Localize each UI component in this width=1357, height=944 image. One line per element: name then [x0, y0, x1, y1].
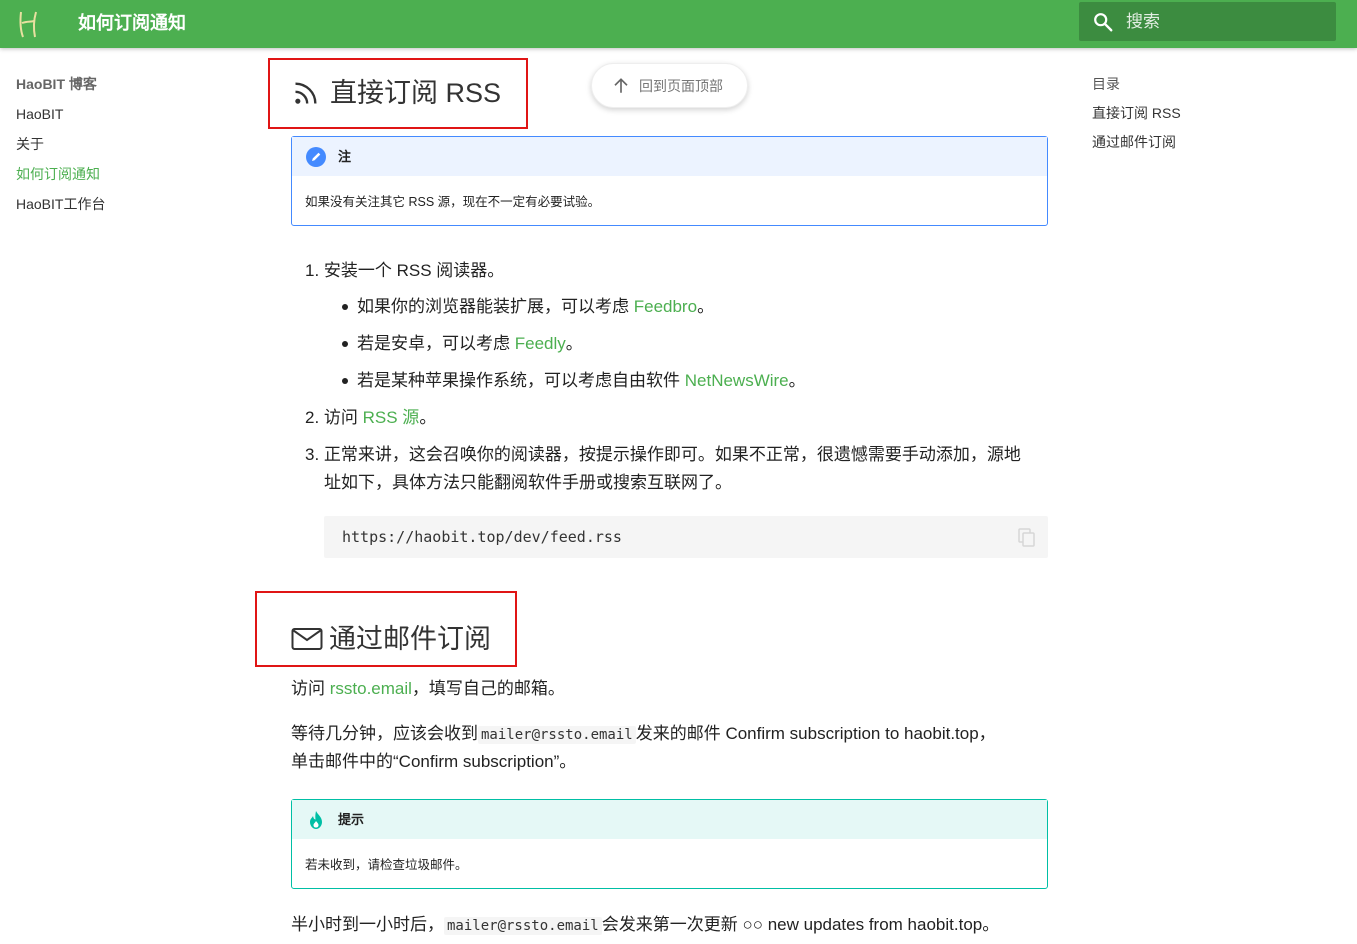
- bullet-suffix: 。: [788, 371, 806, 390]
- netnewswire-link[interactable]: NetNewsWire: [685, 371, 789, 390]
- bullet-dot: [342, 304, 348, 310]
- para-text-2: 发来的邮件 Confirm subscription to haobit.top…: [635, 724, 996, 743]
- search-box[interactable]: 搜索: [1079, 2, 1336, 41]
- paragraph-confirm-line-2: 单击邮件中的“Confirm subscription”。: [291, 752, 577, 771]
- step-1: 1. 安装一个 RSS 阅读器。: [305, 261, 505, 280]
- step-2-text: 2. 访问: [305, 408, 363, 427]
- feedly-link[interactable]: Feedly: [515, 334, 566, 353]
- tip-admonition: 提示 若未收到，请检查垃圾邮件。: [291, 799, 1048, 889]
- toc-title: 目录: [1092, 76, 1120, 92]
- step-2-suffix: 。: [419, 408, 437, 427]
- note-admonition: 注 如果没有关注其它 RSS 源，现在不一定有必要试验。: [291, 136, 1048, 226]
- feedbro-link[interactable]: Feedbro: [634, 297, 697, 316]
- para-text: 等待几分钟，应该会收到: [291, 724, 478, 743]
- para-suffix: ，填写自己的邮箱。: [411, 679, 565, 698]
- top-header: 如何订阅通知 搜索: [0, 0, 1357, 48]
- nav-item-workbench[interactable]: HaoBIT工作台: [16, 193, 216, 215]
- bullet-text: 若是安卓，可以考虑: [357, 334, 515, 353]
- heading-email-text: 通过邮件订阅: [329, 624, 491, 654]
- heading-email: 通过邮件订阅: [291, 622, 511, 656]
- flame-icon: [310, 811, 322, 829]
- bullet-text: 若是某种苹果操作系统，可以考虑自由软件: [357, 371, 685, 390]
- copy-icon[interactable]: [1018, 528, 1036, 548]
- primary-nav: HaoBIT 博客 HaoBIT 关于 如何订阅通知 HaoBIT工作台: [16, 73, 216, 223]
- bullet-dot: [342, 378, 348, 384]
- step-3-line-2: 址如下，具体方法只能翻阅软件手册或搜索互联网了。: [324, 473, 732, 492]
- site-logo-icon[interactable]: [16, 9, 42, 39]
- nav-item-about[interactable]: 关于: [16, 133, 216, 155]
- tip-text: 若未收到，请检查垃圾邮件。: [305, 858, 468, 872]
- heading-rss: 直接订阅 RSS: [292, 76, 512, 110]
- header-title: 如何订阅通知: [78, 13, 186, 33]
- bullet-suffix: 。: [565, 334, 583, 353]
- para-text: 访问: [291, 679, 330, 698]
- rss-icon: [295, 82, 317, 104]
- mail-icon: [291, 628, 323, 650]
- para-text-2: 会发来第一次更新 ○○ new updates from haobit.top。: [601, 915, 1000, 934]
- note-header: 注: [292, 137, 1047, 176]
- note-text: 如果没有关注其它 RSS 源，现在不一定有必要试验。: [305, 195, 601, 209]
- step-2: 2. 访问 RSS 源。: [305, 404, 436, 432]
- nav-site-title[interactable]: HaoBIT 博客: [16, 73, 216, 95]
- bullet-suffix: 。: [697, 297, 715, 316]
- list-item: 如果你的浏览器能装扩展，可以考虑 Feedbro。: [357, 293, 714, 321]
- arrow-up-icon: [614, 78, 628, 93]
- list-item: 若是安卓，可以考虑 Feedly。: [357, 330, 583, 358]
- toc-item-rss[interactable]: 直接订阅 RSS: [1092, 102, 1332, 124]
- rssto-email-link[interactable]: rssto.email: [330, 679, 412, 698]
- back-to-top-button[interactable]: 回到页面顶部: [591, 63, 748, 108]
- table-of-contents: 目录 直接订阅 RSS 通过邮件订阅: [1092, 73, 1332, 160]
- list-item: 若是某种苹果操作系统，可以考虑自由软件 NetNewsWire。: [357, 367, 806, 395]
- paragraph-first-update: 半小时到一小时后， mailer@rssto.email 会发来第一次更新 ○○ n…: [291, 911, 999, 940]
- feed-url-codeblock[interactable]: https://haobit.top/dev/feed.rss: [324, 516, 1048, 558]
- toc-item-email[interactable]: 通过邮件订阅: [1092, 131, 1332, 153]
- paragraph-confirm-line-1: 等待几分钟，应该会收到 mailer@rssto.email 发来的邮件 Confi…: [291, 720, 996, 749]
- nav-item-haobit[interactable]: HaoBIT: [16, 103, 216, 125]
- paragraph-visit-rssto: 访问 rssto.email，填写自己的邮箱。: [291, 675, 565, 703]
- feed-url-code[interactable]: https://haobit.top/dev/feed.rss: [342, 528, 622, 547]
- tip-label: 提示: [338, 812, 365, 827]
- mailer-address-code: mailer@rssto.email: [478, 726, 636, 744]
- nav-item-subscribe[interactable]: 如何订阅通知: [16, 163, 216, 185]
- back-to-top-label: 回到页面顶部: [639, 78, 723, 94]
- tip-header: 提示: [292, 800, 1047, 839]
- bullet-dot: [342, 341, 348, 347]
- pencil-icon: [306, 147, 326, 167]
- para-text: 半小时到一小时后，: [291, 915, 444, 934]
- search-icon: [1094, 13, 1113, 32]
- bullet-text: 如果你的浏览器能装扩展，可以考虑: [357, 297, 634, 316]
- step-3-line-1: 3. 正常来讲，这会召唤你的阅读器，按提示操作即可。如果不正常，很遗憾需要手动添…: [305, 445, 1021, 464]
- heading-rss-text: 直接订阅 RSS: [330, 78, 502, 108]
- search-placeholder: 搜索: [1126, 12, 1160, 31]
- note-label: 注: [338, 149, 352, 164]
- rss-feed-link[interactable]: RSS 源: [363, 408, 420, 427]
- mailer-address-code-2: mailer@rssto.email: [444, 917, 602, 935]
